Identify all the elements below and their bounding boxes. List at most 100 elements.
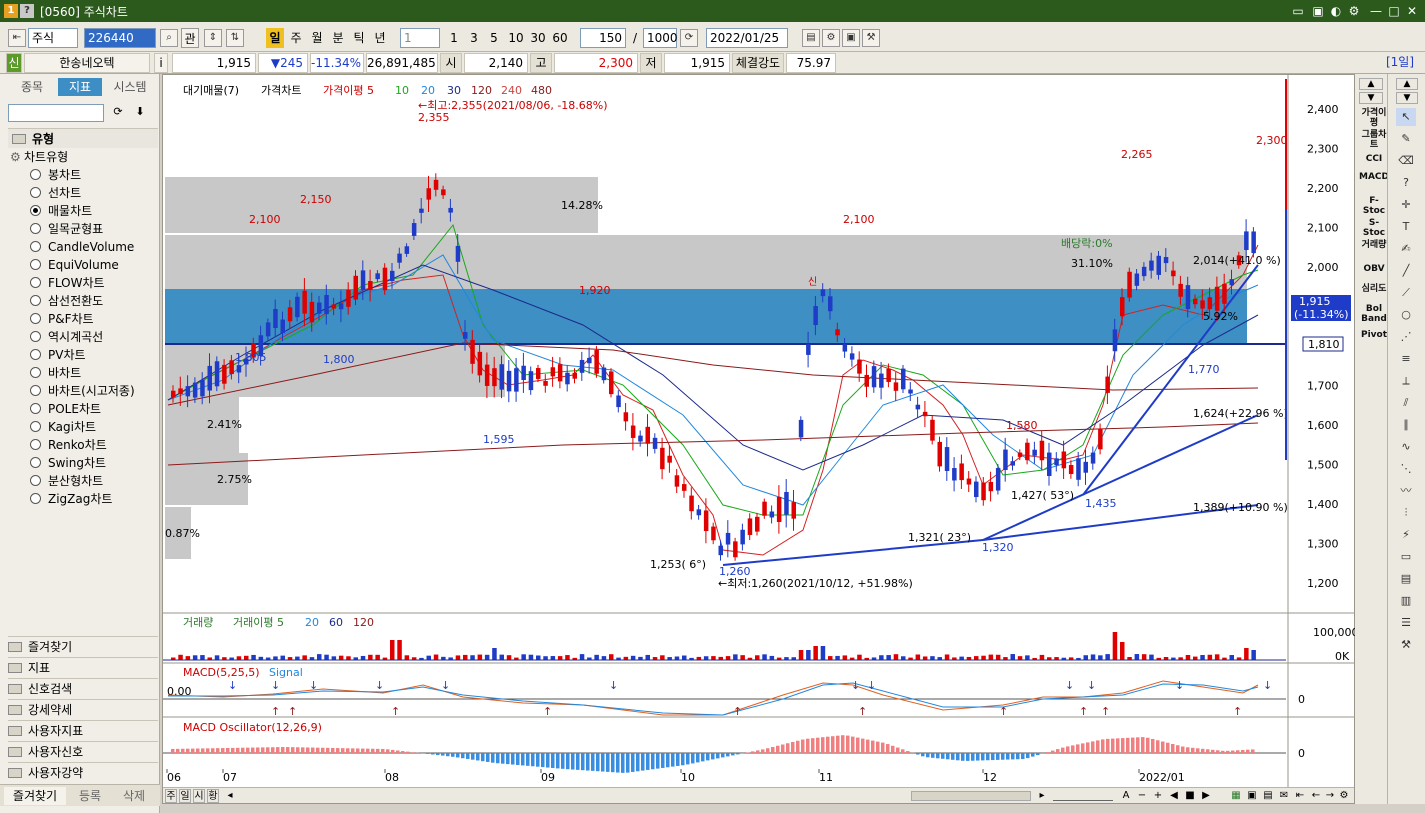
window-save-icon[interactable]: ▣ [1310,3,1326,19]
radio-button[interactable] [30,205,41,216]
close-button[interactable]: ✕ [1404,3,1420,19]
interval-30-button[interactable]: 30 [528,28,548,48]
period-week-button[interactable]: 주 [287,28,305,48]
radio-button[interactable] [30,259,41,270]
pen-icon[interactable]: ✍ [1396,240,1416,258]
radio-button[interactable] [30,367,41,378]
indicator-shortcut[interactable]: 심리도 [1359,284,1389,294]
speed-line-icon[interactable]: ⋱ [1396,460,1416,478]
folder-item[interactable]: 즐겨찾기 [8,636,158,656]
search-icon[interactable]: ⌕ [160,29,178,47]
radio-button[interactable] [30,457,41,468]
radio-button[interactable] [30,385,41,396]
interval-3-button[interactable]: 3 [466,28,482,48]
tab-indicator[interactable]: 지표 [58,78,102,96]
wave-icon[interactable]: 〰 [1396,482,1416,500]
save-chart-icon[interactable]: ▣ [1245,789,1259,803]
filter-input[interactable] [8,104,104,122]
interval-1-button[interactable]: 1 [446,28,462,48]
trend-line-icon[interactable]: ⟋ [1396,284,1416,302]
folder-item[interactable]: 강세약세 [8,699,158,719]
zoom-slider[interactable] [1053,791,1113,801]
bottom-tab[interactable]: 주 [165,789,177,803]
interval-select[interactable]: 1 [400,28,440,48]
radio-button[interactable] [30,421,41,432]
fan-icon[interactable]: ⋰ [1396,328,1416,346]
date-input[interactable]: 2022/01/25 [706,28,788,48]
section-header[interactable]: 유형 [8,128,158,148]
reload-icon[interactable]: ⟳ [110,105,126,121]
tools-up-icon[interactable]: ▲ [1396,78,1418,90]
count-input[interactable]: 150 [580,28,626,48]
gwan-button[interactable]: 관 [181,28,199,48]
radio-button[interactable] [30,313,41,324]
auto-icon[interactable]: ⚡ [1396,526,1416,544]
regression-icon[interactable]: ⫶ [1396,504,1416,522]
radio-button[interactable] [30,331,41,342]
layout-icon[interactable]: ▤ [802,29,820,47]
indicator-shortcut[interactable]: 가격이평 [1359,108,1389,128]
save-icon[interactable]: ▣ [842,29,860,47]
help-icon[interactable]: ? [20,4,34,18]
radio-button[interactable] [30,295,41,306]
radio-button[interactable] [30,277,41,288]
fib-icon[interactable]: ≡ [1396,350,1416,368]
forward-icon[interactable]: → [1323,789,1337,803]
radio-button[interactable] [30,169,41,180]
window-capture-icon[interactable]: ◐ [1328,3,1344,19]
tools-down-icon[interactable]: ▼ [1396,92,1418,104]
radio-button[interactable] [30,493,41,504]
register-button[interactable]: 등록 [70,787,110,805]
tree-root[interactable]: ⚙ 차트유형 [10,148,68,166]
grid-icon[interactable]: ▤ [1261,789,1275,803]
excel-icon[interactable]: ▦ [1229,789,1243,803]
interval-60-button[interactable]: 60 [550,28,570,48]
link-icon[interactable]: ⇕ [204,29,222,47]
eraser-icon[interactable]: ✎ [1396,130,1416,148]
tab-stock[interactable]: 종목 [8,78,56,96]
bottom-tab[interactable]: 일 [179,789,191,803]
indicator-shortcut[interactable]: F-Stoc [1359,196,1389,216]
download-icon[interactable]: ⬇ [132,105,148,121]
bar-chart-icon[interactable]: ▥ [1396,592,1416,610]
folder-item[interactable]: 지표 [8,657,158,677]
radio-button[interactable] [30,187,41,198]
scroll-right-icon[interactable]: ▸ [1035,789,1049,803]
circle-icon[interactable]: ○ [1396,306,1416,324]
bottom-tab[interactable]: 황 [207,789,219,803]
indicator-shortcut[interactable]: CCI [1359,154,1389,164]
help-tool-icon[interactable]: ? [1396,174,1416,192]
folder-item[interactable]: 사용자신호 [8,741,158,761]
folder-item[interactable]: 신호검색 [8,678,158,698]
config-icon[interactable]: ⚙ [822,29,840,47]
window-icon[interactable]: ▭ [1396,548,1416,566]
indicator-shortcut[interactable]: 그룹차트 [1359,130,1389,150]
folder-item[interactable]: 사용자강약 [8,762,158,782]
cursor-icon[interactable]: ↖ [1396,108,1416,126]
back-icon[interactable]: ← [1309,789,1323,803]
chart-area[interactable]: ←최고:2,355(2021/08/06, -18.68%) ←최저:1,260… [162,74,1356,804]
indicator-shortcut[interactable]: OBV [1359,264,1389,274]
radio-button[interactable] [30,349,41,360]
channel-icon[interactable]: ⫽ [1396,394,1416,412]
text-tool-icon[interactable]: A [1119,789,1133,803]
radio-button[interactable] [30,403,41,414]
zoom-in-icon[interactable]: + [1151,789,1165,803]
settings-icon[interactable]: ⚙ [1346,3,1362,19]
interval-5-button[interactable]: 5 [486,28,502,48]
line-icon[interactable]: ╱ [1396,262,1416,280]
period-year-button[interactable]: 년 [371,28,389,48]
text-icon[interactable]: T [1396,218,1416,236]
period-minute-button[interactable]: 분 [329,28,347,48]
period-tick-button[interactable]: 틱 [350,28,368,48]
radio-button[interactable] [30,241,41,252]
tab-system[interactable]: 시스템 [104,78,156,96]
indicator-shortcut[interactable]: 거래량 [1359,240,1389,250]
spin-icon[interactable]: ⇅ [226,29,244,47]
info-icon[interactable]: i [154,53,168,73]
delete-all-icon[interactable]: ⌫ [1396,152,1416,170]
total-input[interactable]: 1000 [643,28,678,48]
folder-item[interactable]: 사용자지표 [8,720,158,740]
indicator-shortcut[interactable]: Bol Band [1359,304,1389,324]
tools-icon[interactable]: ⚒ [862,29,880,47]
